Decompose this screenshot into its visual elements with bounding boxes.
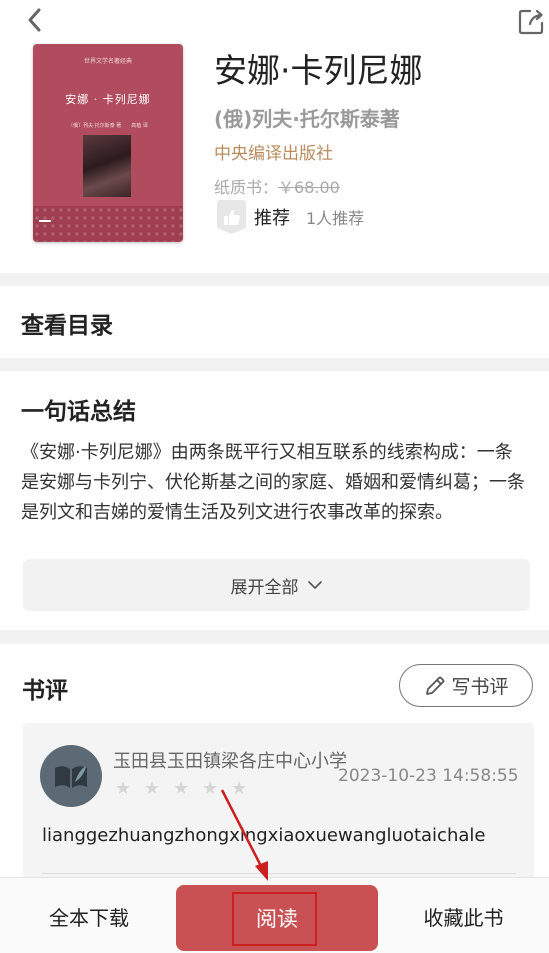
star-icon: ★: [202, 778, 219, 799]
expand-all-label: 展开全部: [230, 577, 299, 598]
star-icon: ★: [144, 778, 161, 799]
summary-text: 《安娜·卡列尼娜》由两条既平行又相互联系的线索构成：一条是安娜与卡列宁、伏伦斯基…: [21, 442, 525, 523]
book-title: 安娜·卡列尼娜: [214, 51, 423, 90]
chevron-left-icon: [28, 8, 41, 32]
collect-book-button[interactable]: 收藏此书: [378, 878, 549, 953]
book-author: (俄)列夫·托尔斯泰著: [214, 107, 400, 131]
back-button[interactable]: [22, 6, 52, 36]
reviews-title: 书评: [22, 678, 68, 704]
write-review-label: 写书评: [451, 676, 509, 698]
book-leaf-icon: [55, 766, 87, 788]
cover-author-text: 〔俄〕列夫·托尔斯泰 著 高植 译: [68, 123, 148, 129]
review-divider: [42, 873, 516, 874]
paper-price: 纸质书：￥68.00: [214, 174, 340, 198]
book-publisher: 中央编译出版社: [214, 144, 333, 164]
read-button[interactable]: 阅读: [176, 885, 378, 951]
cover-series-text: 世界文学名著经典: [83, 58, 132, 65]
recommend-row: 推荐 1人推荐: [217, 200, 364, 234]
recommend-count: 1人推荐: [306, 209, 365, 228]
recommend-label[interactable]: 推荐: [254, 204, 290, 230]
star-icon: ★: [115, 778, 132, 799]
review-rating: ★ ★ ★ ★ ★: [115, 780, 260, 798]
cover-pattern: [33, 206, 183, 242]
section-divider: [0, 630, 549, 644]
view-catalog-label: 查看目录: [21, 313, 113, 339]
avatar: [40, 745, 102, 807]
pencil-icon: [426, 676, 445, 695]
expand-all-button[interactable]: 展开全部: [23, 559, 530, 611]
review-date: 2023-10-23 14:58:55: [338, 766, 519, 786]
price-label: 纸质书：: [214, 178, 279, 197]
summary-title: 一句话总结: [21, 399, 136, 425]
section-divider: [0, 273, 549, 286]
download-full-button[interactable]: 全本下载: [0, 878, 178, 953]
review-text: lianggezhuangzhongxingxiaoxuewangluotaic…: [42, 825, 486, 846]
bottom-action-bar: 全本下载 阅读 收藏此书: [0, 877, 549, 953]
share-button[interactable]: [516, 6, 546, 36]
cover-illustration: [83, 135, 131, 197]
reviewer-name: 玉田县玉田镇梁各庄中心小学: [113, 751, 347, 772]
thumbs-up-icon: [223, 210, 240, 225]
star-icon: ★: [173, 778, 190, 799]
review-card: 玉田县玉田镇梁各庄中心小学 2023-10-23 14:58:55 ★ ★ ★ …: [23, 723, 534, 883]
view-catalog-row[interactable]: 查看目录: [0, 286, 549, 358]
star-icon: ★: [231, 778, 248, 799]
price-value: ￥68.00: [278, 178, 340, 197]
book-cover: 世界文学名著经典 安娜 · 卡列尼娜 〔俄〕列夫·托尔斯泰 著 高植 译: [33, 44, 183, 242]
chevron-down-icon: [307, 581, 322, 589]
book-detail-page: 世界文学名著经典 安娜 · 卡列尼娜 〔俄〕列夫·托尔斯泰 著 高植 译 安娜·…: [0, 0, 549, 953]
share-icon: [518, 9, 544, 35]
write-review-button[interactable]: 写书评: [399, 664, 533, 707]
recommend-button[interactable]: [217, 200, 246, 234]
cover-title-text: 安娜 · 卡列尼娜: [65, 93, 151, 106]
section-divider: [0, 358, 549, 371]
publisher-logo: [39, 216, 51, 222]
